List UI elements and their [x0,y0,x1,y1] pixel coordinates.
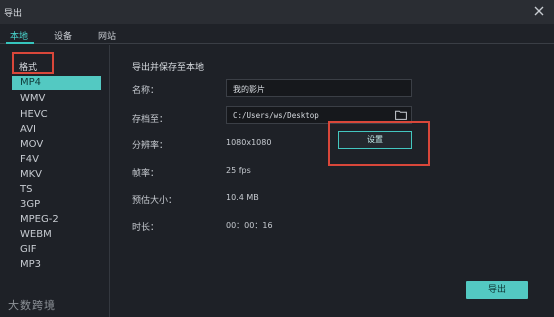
section-title: 导出并保存至本地 [132,63,205,73]
format-item-gif[interactable]: GIF [12,243,101,257]
title-bar: 导出 [0,0,554,24]
name-label: 名称： [132,86,160,96]
format-item-mp3[interactable]: MP3 [12,258,101,272]
size-label: 预估大小： [132,196,178,206]
format-item-wmv[interactable]: WMV [12,92,101,106]
format-item-3gp[interactable]: 3GP [12,198,101,212]
size-value: 10.4 MB [226,193,259,202]
tab-device[interactable]: 设备 [54,29,72,42]
fps-label: 帧率： [132,169,160,179]
format-item-ts[interactable]: TS [12,183,101,197]
duration-label: 时长： [132,223,160,233]
fps-value: 25 fps [226,166,251,175]
save-to-label: 存档至： [132,115,169,125]
window-title: 导出 [4,9,23,19]
duration-value: 00：00：16 [226,221,273,230]
tab-website[interactable]: 网站 [98,29,116,42]
export-settings-panel: 导出并保存至本地 名称： 我的影片 存档至： C:/Users/ws/Deskt… [111,45,554,317]
resolution-label: 分辨率： [132,141,169,151]
format-sidebar: 格式 MP4 WMV HEVC AVI MOV F4V MKV TS 3GP M… [0,45,110,317]
export-button[interactable]: 导出 [466,281,528,299]
format-item-avi[interactable]: AVI [12,123,101,137]
format-item-hevc[interactable]: HEVC [12,108,101,122]
format-item-mpeg2[interactable]: MPEG-2 [12,213,101,227]
name-input[interactable]: 我的影片 [226,79,412,97]
name-input-value: 我的影片 [233,85,265,94]
tab-bar: 本地 设备 网站 [0,24,554,44]
format-item-mp4[interactable]: MP4 [12,76,101,90]
active-tab-indicator [6,42,34,44]
format-item-f4v[interactable]: F4V [12,153,101,167]
format-item-mkv[interactable]: MKV [12,168,101,182]
folder-icon[interactable] [395,110,407,120]
tab-local[interactable]: 本地 [10,29,28,42]
save-path-value: C:/Users/ws/Desktop [233,111,319,120]
close-icon[interactable] [532,4,546,18]
watermark: 大数跨境 [8,299,56,312]
format-label: 格式 [19,63,38,73]
format-item-webm[interactable]: WEBM [12,228,101,242]
settings-button[interactable]: 设置 [338,131,412,149]
resolution-value: 1080x1080 [226,138,272,147]
format-item-mov[interactable]: MOV [12,138,101,152]
